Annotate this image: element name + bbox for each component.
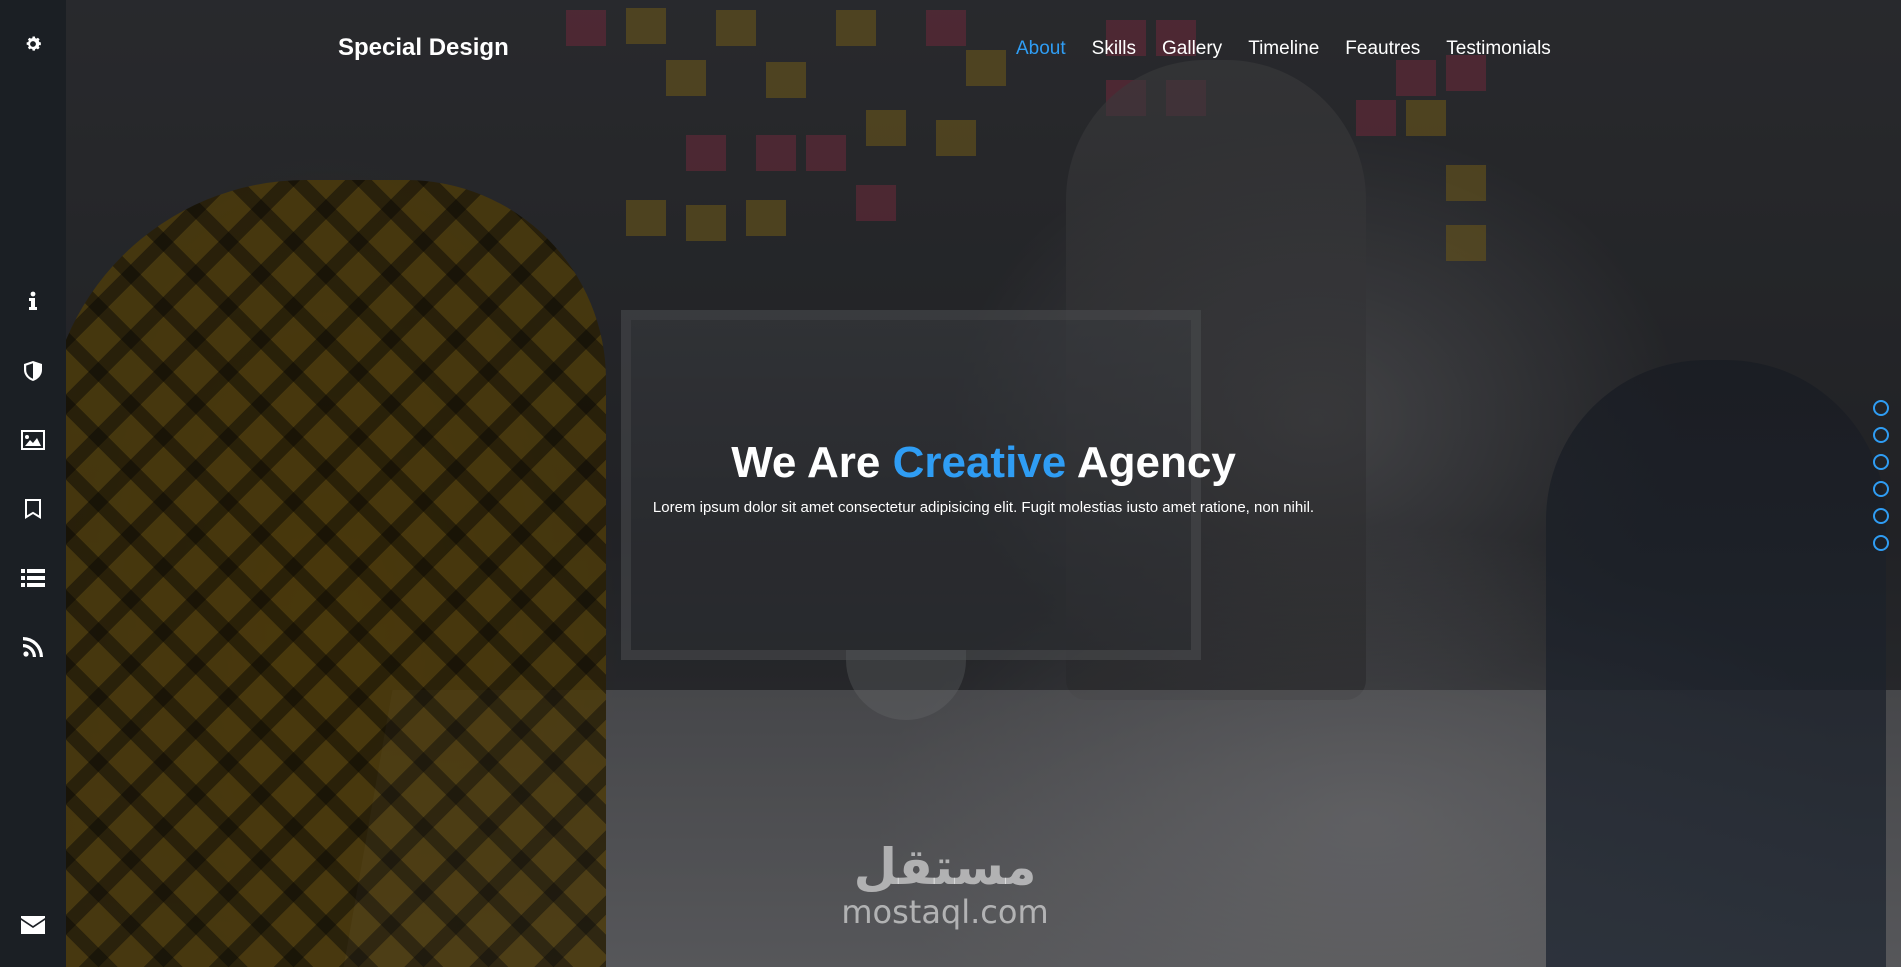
- nav-link-gallery[interactable]: Gallery: [1162, 38, 1222, 60]
- rss-icon[interactable]: [0, 630, 66, 664]
- bullet-timeline[interactable]: [1873, 481, 1889, 497]
- hero-title: We Are Creative Agency: [0, 438, 1901, 488]
- nav-link-about[interactable]: About: [1016, 38, 1066, 60]
- bullet-skills[interactable]: [1873, 427, 1889, 443]
- section-bullets: [1873, 400, 1889, 551]
- list-icon[interactable]: [0, 561, 66, 595]
- hero-title-accent: Creative: [892, 438, 1067, 487]
- watermark: مستقل mostaql.com: [820, 840, 1070, 930]
- nav-link-features[interactable]: Feautres: [1345, 38, 1420, 60]
- gear-icon[interactable]: [0, 27, 66, 61]
- watermark-arabic: مستقل: [853, 838, 1037, 896]
- hero-title-suffix: Agency: [1066, 438, 1236, 487]
- hero-title-prefix: We Are: [731, 438, 893, 487]
- main-nav: About Skills Gallery Timeline Feautres T…: [1016, 38, 1551, 60]
- nav-link-testimonials[interactable]: Testimonials: [1446, 38, 1551, 60]
- bullet-testimonials[interactable]: [1873, 535, 1889, 551]
- shield-icon[interactable]: [0, 354, 66, 388]
- brand-logo[interactable]: Special Design: [338, 34, 509, 62]
- hero-subtitle: Lorem ipsum dolor sit amet consectetur a…: [652, 499, 1315, 516]
- watermark-latin: mostaql.com: [841, 893, 1049, 931]
- envelope-icon[interactable]: [0, 908, 66, 942]
- info-icon[interactable]: [0, 284, 66, 318]
- bullet-gallery[interactable]: [1873, 454, 1889, 470]
- bullet-about[interactable]: [1873, 400, 1889, 416]
- nav-link-timeline[interactable]: Timeline: [1248, 38, 1319, 60]
- nav-link-skills[interactable]: Skills: [1092, 38, 1136, 60]
- bullet-features[interactable]: [1873, 508, 1889, 524]
